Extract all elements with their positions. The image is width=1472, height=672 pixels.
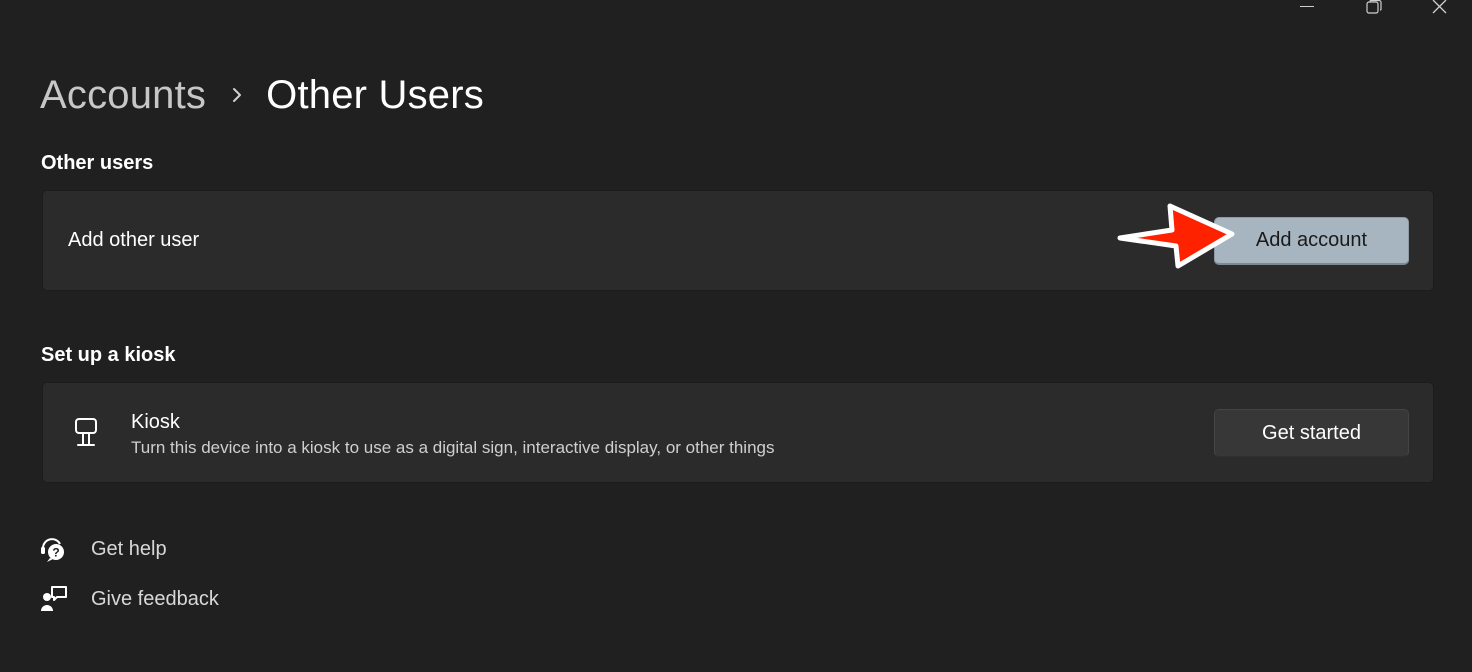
chevron-right-icon — [230, 85, 244, 105]
close-icon — [1432, 0, 1447, 14]
get-help-label: Get help — [91, 537, 167, 560]
breadcrumb-parent-accounts[interactable]: Accounts — [40, 73, 206, 118]
breadcrumb: Accounts Other Users — [40, 70, 484, 120]
give-feedback-label: Give feedback — [91, 587, 219, 610]
section-title-other-users: Other users — [41, 152, 154, 174]
close-button[interactable] — [1406, 0, 1472, 20]
red-arrow-annotation — [1117, 203, 1235, 269]
feedback-icon — [41, 586, 67, 611]
add-account-button[interactable]: Add account — [1214, 217, 1409, 265]
get-help-icon: ? — [41, 538, 64, 562]
restore-icon — [1366, 0, 1382, 14]
kiosk-description: Turn this device into a kiosk to use as … — [131, 438, 775, 457]
kiosk-title: Kiosk — [131, 411, 180, 433]
window-controls — [1274, 0, 1472, 20]
kiosk-icon — [75, 418, 97, 446]
get-help-link[interactable]: ? Get help — [40, 535, 167, 563]
add-other-user-label: Add other user — [68, 229, 200, 251]
svg-text:?: ? — [52, 546, 59, 560]
section-title-kiosk: Set up a kiosk — [41, 344, 176, 366]
give-feedback-link[interactable]: Give feedback — [40, 585, 219, 613]
get-started-button[interactable]: Get started — [1214, 409, 1409, 457]
page-title: Other Users — [266, 72, 484, 117]
kiosk-card: Kiosk Turn this device into a kiosk to u… — [42, 382, 1434, 483]
minimize-button[interactable] — [1274, 0, 1340, 20]
maximize-button[interactable] — [1340, 0, 1406, 20]
